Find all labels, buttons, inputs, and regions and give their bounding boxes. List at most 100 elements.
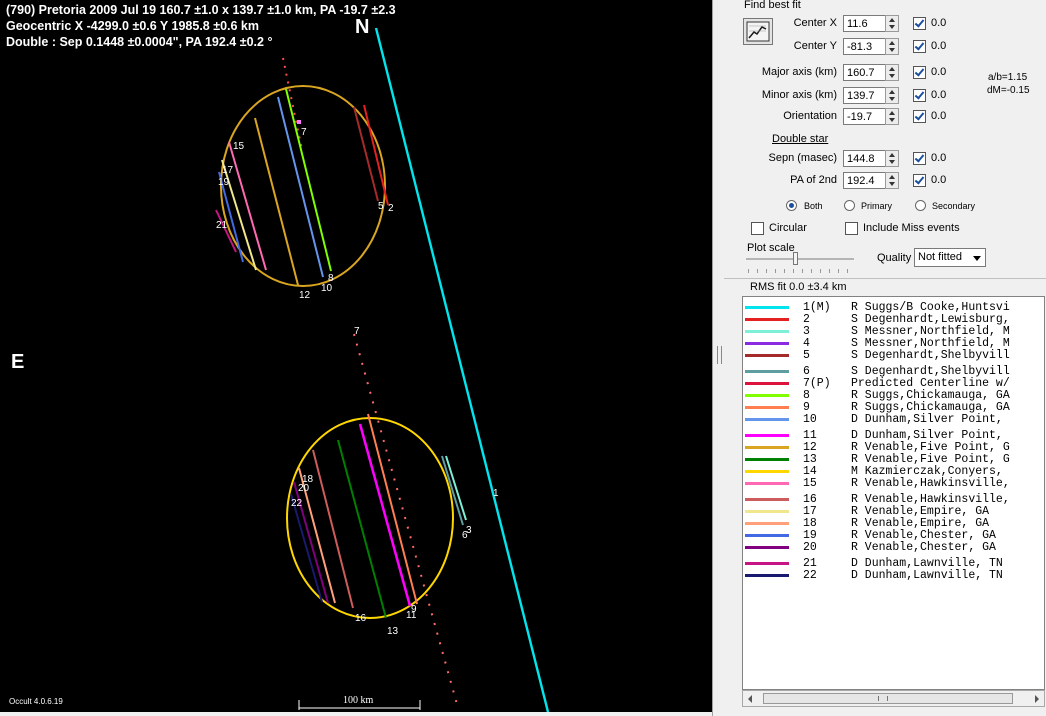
east-label: E: [11, 351, 25, 373]
predicted-marker: [297, 120, 301, 124]
chord-label: 13: [387, 626, 399, 637]
observer-color-swatch: [745, 470, 789, 473]
plot-header-line-2: Geocentric X -4299.0 ±0.6 Y 1985.8 ±0.6 …: [6, 19, 260, 33]
plot-header-line-3: Double : Sep 0.1448 ±0.0004", PA 192.4 ±…: [6, 35, 273, 49]
scrollbar-thumb[interactable]: [763, 693, 1013, 704]
radio-both[interactable]: [786, 200, 797, 211]
ratio-ab: a/b=1.15: [988, 72, 1028, 83]
predicted-centerline-upper: [282, 57, 303, 151]
circular-label: Circular: [769, 222, 807, 234]
observer-color-swatch: [745, 446, 789, 449]
include-miss-checkbox[interactable]: [845, 222, 858, 235]
chord-13: [337, 439, 387, 619]
observer-number: 5: [803, 349, 810, 362]
include-miss-label: Include Miss events: [863, 222, 960, 234]
double-star-heading: Double star: [772, 133, 829, 145]
observer-number: 22: [803, 569, 817, 582]
chord-label: 16: [355, 613, 367, 624]
observer-name: D Dunham,Lawnville, TN: [851, 569, 1003, 582]
chord-12: [254, 117, 299, 286]
observer-color-swatch: [745, 406, 789, 409]
observer-color-swatch: [745, 458, 789, 461]
scale-label: 100 km: [343, 695, 374, 706]
observer-color-swatch: [745, 418, 789, 421]
checkbox-value: 0.0: [931, 110, 947, 122]
chord-label: 21: [216, 220, 228, 231]
radio-secondary[interactable]: [915, 200, 926, 211]
observer-name: R Venable,Chester, GA: [851, 541, 996, 554]
primary-body: [215, 85, 389, 287]
fit-checkbox[interactable]: [913, 174, 926, 187]
observer-color-swatch: [745, 510, 789, 513]
observer-color-swatch: [745, 562, 789, 565]
occultation-plot[interactable]: (790) Pretoria 2009 Jul 19 160.7 ±1.0 x …: [0, 0, 712, 712]
plot-scale-label: Plot scale: [747, 242, 795, 254]
plot-header-line-1: (790) Pretoria 2009 Jul 19 160.7 ±1.0 x …: [6, 3, 396, 17]
chord-label: 7: [354, 326, 360, 337]
checkbox-value: 0.0: [931, 174, 947, 186]
chord-22: [290, 493, 323, 603]
version-label: Occult 4.0.6.19: [9, 697, 63, 706]
scroll-left-icon[interactable]: [748, 695, 752, 703]
observer-list[interactable]: 1(M) R Suggs/B Cooke,Huntsvi 2 S Degenhardt…: [742, 296, 1045, 690]
field-label: Center Y: [793, 40, 837, 52]
plot-scale-slider-track[interactable]: [746, 258, 854, 260]
observer-color-swatch: [745, 306, 789, 309]
spinner-button[interactable]: [885, 108, 899, 125]
spinner-button[interactable]: [885, 172, 899, 189]
chord-label: 5: [378, 201, 384, 212]
fit-checkbox[interactable]: [913, 17, 926, 30]
observer-list-scrollbar[interactable]: [742, 690, 1045, 707]
checkbox-value: 0.0: [931, 66, 947, 78]
spinner-button[interactable]: [885, 38, 899, 55]
observer-color-swatch: [745, 330, 789, 333]
chord-label: 19: [218, 177, 230, 188]
chord-label: 7: [301, 127, 307, 138]
plot-scale-ticks: [748, 269, 854, 273]
rms-fit-label: RMS fit 0.0 ±3.4 km: [750, 281, 847, 293]
find-best-fit-label: Find best fit: [744, 0, 801, 11]
fit-checkbox[interactable]: [913, 40, 926, 53]
fit-checkbox[interactable]: [913, 110, 926, 123]
spinner-button[interactable]: [885, 150, 899, 167]
chord-label: 15: [233, 141, 245, 152]
chord-21: [215, 209, 237, 253]
fit-panel: Find best fit Center X 11.6 0.0 Center Y -81…: [724, 0, 1046, 716]
observer-name: R Venable,Hawkinsville,: [851, 477, 1010, 490]
observer-color-swatch: [745, 482, 789, 485]
observer-color-swatch: [745, 522, 789, 525]
plot-scale-slider-thumb[interactable]: [793, 252, 798, 265]
field-label: PA of 2nd: [790, 174, 837, 186]
splitter-grip[interactable]: [717, 346, 722, 364]
checkbox-value: 0.0: [931, 17, 947, 29]
circular-checkbox[interactable]: [751, 222, 764, 235]
observer-color-swatch: [745, 394, 789, 397]
fit-checkbox[interactable]: [913, 152, 926, 165]
scroll-right-icon[interactable]: [1035, 695, 1039, 703]
radio-primary[interactable]: [844, 200, 855, 211]
fit-checkbox[interactable]: [913, 66, 926, 79]
observer-color-swatch: [745, 434, 789, 437]
spinner-button[interactable]: [885, 87, 899, 104]
chord-label: 1: [493, 488, 499, 499]
predicted-centerline-lower: [353, 333, 459, 709]
quality-value: Not fitted: [918, 251, 963, 263]
observer-number: 20: [803, 541, 817, 554]
quality-label: Quality: [877, 252, 912, 264]
secondary-body: [286, 413, 467, 619]
spinner-button[interactable]: [885, 15, 899, 32]
field-label: Orientation: [783, 110, 837, 122]
observer-name: D Dunham,Silver Point,: [851, 413, 1003, 426]
divider: [724, 278, 1046, 279]
plot-canvas: [215, 27, 550, 712]
radio-both-label: Both: [804, 201, 823, 211]
chord-label: 2: [388, 203, 394, 214]
fit-checkbox[interactable]: [913, 89, 926, 102]
observer-color-swatch: [745, 318, 789, 321]
quality-select[interactable]: Not fitted: [914, 248, 986, 267]
spinner-button[interactable]: [885, 64, 899, 81]
observer-color-swatch: [745, 342, 789, 345]
observer-color-swatch: [745, 370, 789, 373]
checkbox-value: 0.0: [931, 152, 947, 164]
ratio-dm: dM=-0.15: [987, 85, 1030, 96]
